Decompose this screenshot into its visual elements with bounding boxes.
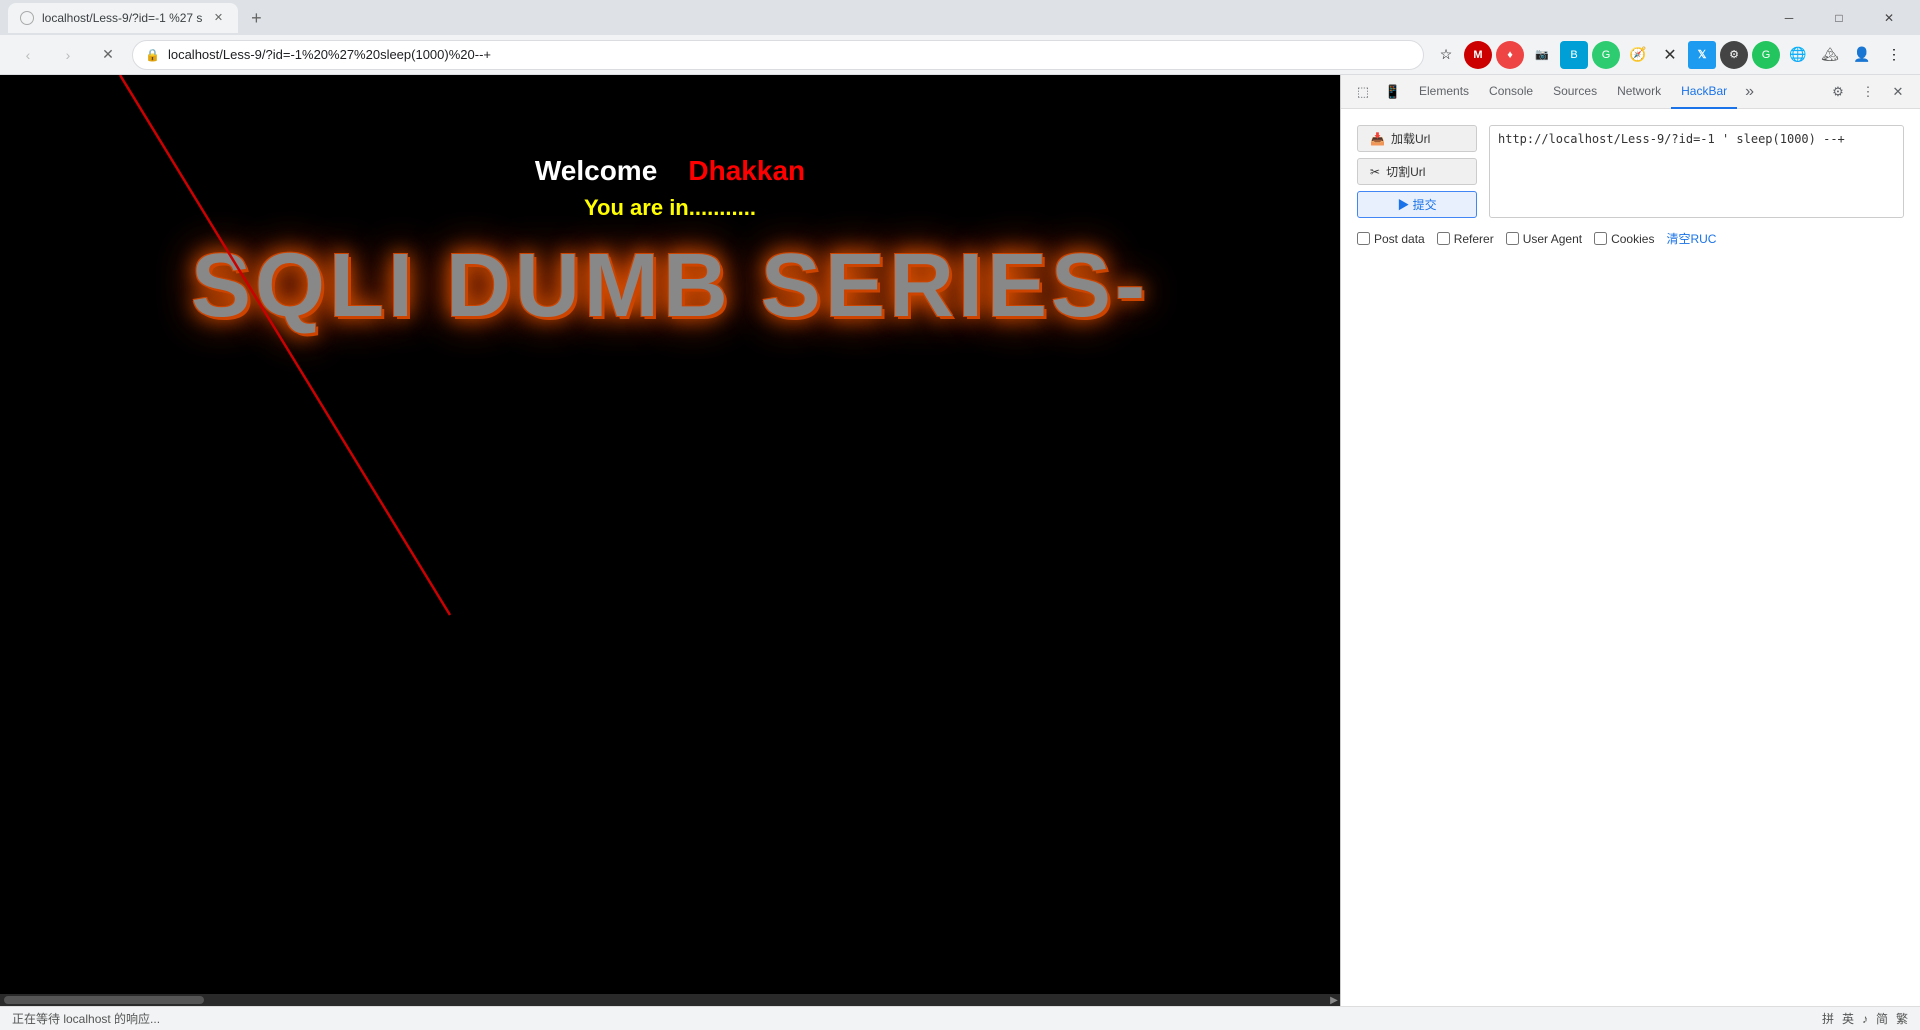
browser-window: localhost/Less-9/?id=-1 %27 s ✕ + ─ □ ✕ … bbox=[0, 0, 1920, 1030]
webpage: Welcome Dhakkan You are in........... SQ… bbox=[0, 75, 1340, 1006]
menu-button[interactable]: ⋮ bbox=[1880, 41, 1908, 69]
hackbar-buttons-column: 📥 加载Url ✂ 切割Url ▶ 提交 bbox=[1357, 125, 1477, 218]
devtools-toolbar: ⬚ 📱 Elements Console Sources Network bbox=[1341, 75, 1920, 109]
hackbar-panel: 📥 加载Url ✂ 切割Url ▶ 提交 http://localhost/Le… bbox=[1341, 109, 1920, 1006]
hackbar-checkboxes-row: Post data Referer User Agent Cookies 清 bbox=[1357, 230, 1904, 247]
tab-network[interactable]: Network bbox=[1607, 75, 1671, 109]
user-agent-label: User Agent bbox=[1523, 232, 1582, 246]
tab-close-button[interactable]: ✕ bbox=[210, 10, 226, 26]
welcome-line: Welcome Dhakkan bbox=[0, 155, 1340, 187]
webpage-content: Welcome Dhakkan You are in........... SQ… bbox=[0, 75, 1340, 331]
user-agent-checkbox-item: User Agent bbox=[1506, 232, 1582, 246]
post-data-checkbox[interactable] bbox=[1357, 232, 1370, 245]
ext9-icon[interactable]: ⚙ bbox=[1720, 41, 1748, 69]
load-url-label: 加载Url bbox=[1391, 130, 1430, 147]
ext7-icon[interactable]: ✕ bbox=[1656, 41, 1684, 69]
ime-pin: 拼 bbox=[1822, 1010, 1834, 1027]
ime-eng: 英 bbox=[1842, 1010, 1854, 1027]
devtools-settings-button[interactable]: ⚙ bbox=[1824, 78, 1852, 106]
forward-button[interactable]: › bbox=[52, 39, 84, 71]
devtools-close-button[interactable]: ✕ bbox=[1884, 78, 1912, 106]
status-bar: 正在等待 localhost 的响应... 拼 英 ♪ 简 繁 bbox=[0, 1006, 1920, 1030]
loading-status: 正在等待 localhost 的响应... bbox=[12, 1010, 160, 1027]
toolbar: ‹ › ✕ 🔒 localhost/Less-9/?id=-1%20%27%20… bbox=[0, 35, 1920, 75]
ext6-icon[interactable]: 🧭 bbox=[1624, 41, 1652, 69]
hackbar-url-input[interactable]: http://localhost/Less-9/?id=-1 ' sleep(1… bbox=[1489, 125, 1904, 218]
main-area: Welcome Dhakkan You are in........... SQ… bbox=[0, 75, 1920, 1006]
close-button[interactable]: ✕ bbox=[1866, 0, 1912, 35]
tab-title: localhost/Less-9/?id=-1 %27 s bbox=[42, 11, 202, 25]
active-tab[interactable]: localhost/Less-9/?id=-1 %27 s ✕ bbox=[8, 3, 238, 33]
scrollbar-right-arrow[interactable]: ▶ bbox=[1328, 994, 1340, 1006]
cookies-label: Cookies bbox=[1611, 232, 1654, 246]
profile-icon[interactable]: 👤 bbox=[1848, 41, 1876, 69]
post-data-checkbox-item: Post data bbox=[1357, 232, 1425, 246]
ext10-icon[interactable]: G bbox=[1752, 41, 1780, 69]
devtools-mobile-button[interactable]: 📱 bbox=[1379, 78, 1407, 106]
cookies-checkbox-item: Cookies bbox=[1594, 232, 1654, 246]
maximize-button[interactable]: □ bbox=[1816, 0, 1862, 35]
devtools-right-controls: ⚙ ⋮ ✕ bbox=[1824, 78, 1912, 106]
referer-checkbox-item: Referer bbox=[1437, 232, 1494, 246]
lock-icon: 🔒 bbox=[145, 48, 160, 62]
tab-bar: localhost/Less-9/?id=-1 %27 s ✕ + bbox=[8, 3, 1758, 33]
welcome-label: Welcome bbox=[535, 155, 657, 186]
ext1-icon[interactable]: M bbox=[1464, 41, 1492, 69]
title-bar: localhost/Less-9/?id=-1 %27 s ✕ + ─ □ ✕ bbox=[0, 0, 1920, 35]
submit-label: ▶ 提交 bbox=[1397, 196, 1436, 213]
hackbar-main-row: 📥 加载Url ✂ 切割Url ▶ 提交 http://localhost/Le… bbox=[1357, 125, 1904, 218]
tab-console[interactable]: Console bbox=[1479, 75, 1543, 109]
ext8-icon[interactable]: 𝕏 bbox=[1688, 41, 1716, 69]
load-url-button[interactable]: 📥 加载Url bbox=[1357, 125, 1477, 152]
devtools-inspect-button[interactable]: ⬚ bbox=[1349, 78, 1377, 106]
status-right: 拼 英 ♪ 简 繁 bbox=[1822, 1010, 1908, 1027]
load-url-icon: 📥 bbox=[1370, 132, 1385, 146]
submit-button[interactable]: ▶ 提交 bbox=[1357, 191, 1477, 218]
devtools-panel: ⬚ 📱 Elements Console Sources Network bbox=[1340, 75, 1920, 1006]
referer-checkbox[interactable] bbox=[1437, 232, 1450, 245]
split-url-icon: ✂ bbox=[1370, 165, 1380, 179]
clear-ruc-link[interactable]: 清空RUC bbox=[1666, 230, 1716, 247]
user-label: Dhakkan bbox=[688, 155, 805, 186]
ime-music: ♪ bbox=[1862, 1012, 1868, 1026]
user-agent-checkbox[interactable] bbox=[1506, 232, 1519, 245]
window-controls: ─ □ ✕ bbox=[1766, 0, 1912, 35]
devtools-tabs: Elements Console Sources Network HackBar… bbox=[1409, 75, 1822, 109]
minimize-button[interactable]: ─ bbox=[1766, 0, 1812, 35]
tab-hackbar[interactable]: HackBar bbox=[1671, 75, 1737, 109]
split-url-label: 切割Url bbox=[1386, 163, 1425, 180]
tab-favicon bbox=[20, 11, 34, 25]
tab-elements[interactable]: Elements bbox=[1409, 75, 1479, 109]
scrollbar-thumb[interactable] bbox=[4, 996, 204, 1004]
back-button[interactable]: ‹ bbox=[12, 39, 44, 71]
ext4-icon[interactable]: B bbox=[1560, 41, 1588, 69]
cookies-checkbox[interactable] bbox=[1594, 232, 1607, 245]
reload-button[interactable]: ✕ bbox=[92, 39, 124, 71]
ext11-icon[interactable]: 🌐 bbox=[1784, 41, 1812, 69]
ext3-icon[interactable]: 📷 bbox=[1528, 41, 1556, 69]
toolbar-right: ☆ M ♦ 📷 B G 🧭 ✕ 𝕏 ⚙ G 🌐 🏔 👤 ⋮ bbox=[1432, 41, 1908, 69]
referer-label: Referer bbox=[1454, 232, 1494, 246]
devtools-more-button[interactable]: ⋮ bbox=[1854, 78, 1882, 106]
ext12-icon[interactable]: 🏔 bbox=[1816, 41, 1844, 69]
url-display: localhost/Less-9/?id=-1%20%27%20sleep(10… bbox=[168, 47, 1411, 62]
post-data-label: Post data bbox=[1374, 232, 1425, 246]
ime-simplified: 简 bbox=[1876, 1010, 1888, 1027]
ext5-icon[interactable]: G bbox=[1592, 41, 1620, 69]
ext2-icon[interactable]: ♦ bbox=[1496, 41, 1524, 69]
horizontal-scrollbar[interactable]: ▶ bbox=[0, 994, 1340, 1006]
tab-more-button[interactable]: » bbox=[1737, 83, 1762, 101]
sqli-title: SQLI DUMB SERIES- bbox=[0, 241, 1340, 331]
url-path: /Less-9/?id=-1%20%27%20sleep(1000)%20--+ bbox=[219, 47, 491, 62]
star-button[interactable]: ☆ bbox=[1432, 41, 1460, 69]
you-are-in-text: You are in........... bbox=[0, 195, 1340, 221]
address-bar[interactable]: 🔒 localhost/Less-9/?id=-1%20%27%20sleep(… bbox=[132, 40, 1424, 70]
url-host: localhost bbox=[168, 47, 219, 62]
new-tab-button[interactable]: + bbox=[242, 5, 270, 33]
ime-traditional: 繁 bbox=[1896, 1010, 1908, 1027]
split-url-button[interactable]: ✂ 切割Url bbox=[1357, 158, 1477, 185]
tab-sources[interactable]: Sources bbox=[1543, 75, 1607, 109]
